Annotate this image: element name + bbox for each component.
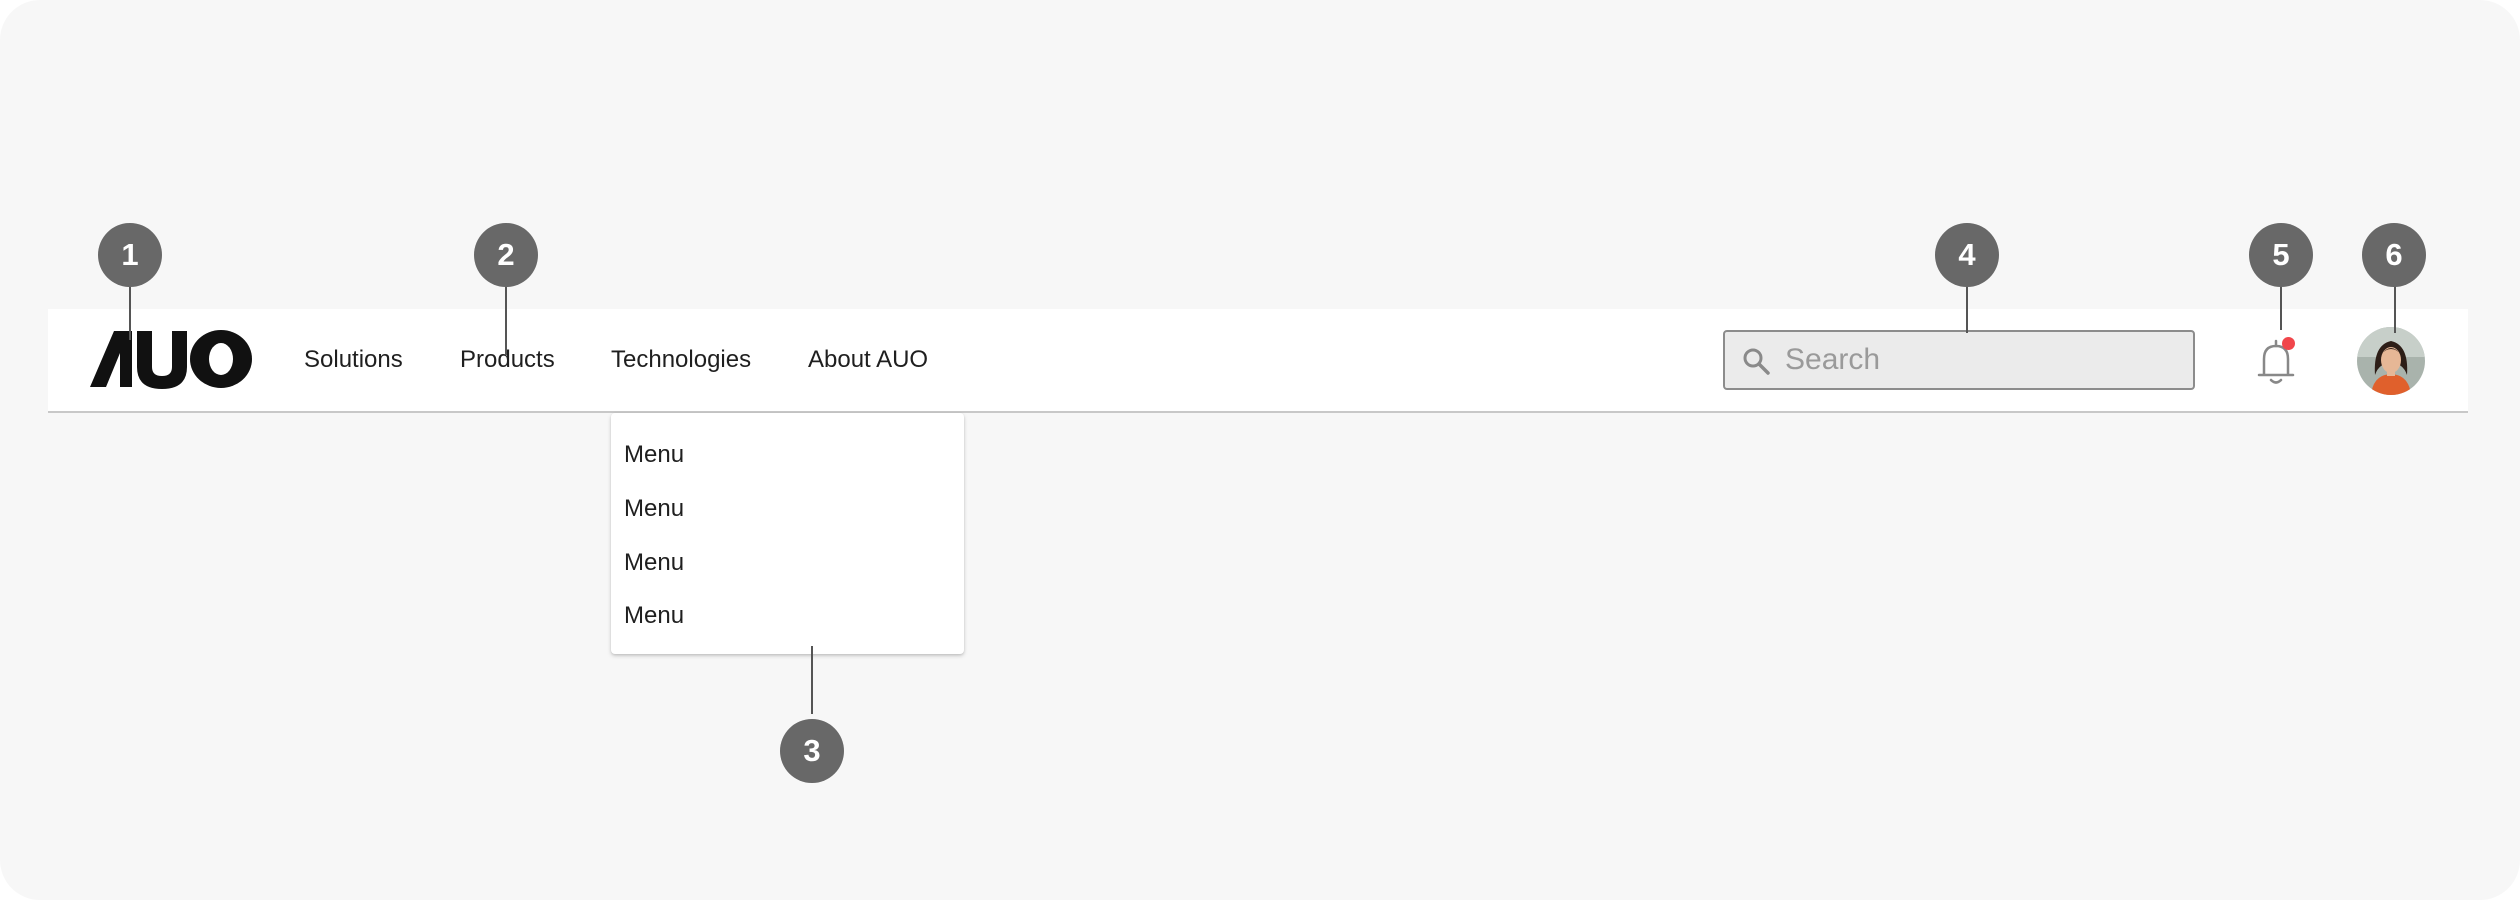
callout-badge-4: 4: [1935, 223, 1999, 287]
callout-badge-2: 2: [474, 223, 538, 287]
search-icon: [1743, 348, 1770, 375]
callout-line-2: [505, 285, 507, 355]
search-input[interactable]: [1785, 332, 2181, 388]
dropdown-menu-item[interactable]: Menu: [624, 494, 684, 524]
canvas: Solutions Products Technologies About AU…: [0, 0, 2520, 900]
avatar-image: [2357, 327, 2425, 395]
auo-logo-graphic: [90, 330, 252, 389]
nav-products[interactable]: Products: [460, 345, 555, 375]
auo-logo[interactable]: [90, 329, 252, 389]
callout-line-1: [129, 285, 131, 340]
nav-solutions[interactable]: Solutions: [304, 345, 403, 375]
search-box[interactable]: [1723, 330, 2195, 390]
technologies-dropdown-menu: Menu Menu Menu Menu: [611, 413, 964, 654]
dropdown-menu-item[interactable]: Menu: [624, 548, 684, 578]
nav-about-auo[interactable]: About AUO: [808, 345, 928, 375]
top-navbar: Solutions Products Technologies About AU…: [48, 309, 2468, 413]
dropdown-menu-item[interactable]: Menu: [624, 601, 684, 631]
callout-badge-3: 3: [780, 719, 844, 783]
callout-line-6: [2394, 285, 2396, 333]
notification-dot: [2282, 337, 2295, 350]
callout-line-5: [2280, 285, 2282, 330]
callout-badge-1: 1: [98, 223, 162, 287]
callout-line-4: [1966, 285, 1968, 333]
callout-badge-5: 5: [2249, 223, 2313, 287]
notifications-button[interactable]: [2254, 337, 2298, 387]
nav-technologies[interactable]: Technologies: [611, 345, 751, 375]
user-avatar[interactable]: [2357, 327, 2425, 395]
dropdown-menu-item[interactable]: Menu: [624, 440, 684, 470]
callout-badge-6: 6: [2362, 223, 2426, 287]
callout-line-3: [811, 646, 813, 714]
